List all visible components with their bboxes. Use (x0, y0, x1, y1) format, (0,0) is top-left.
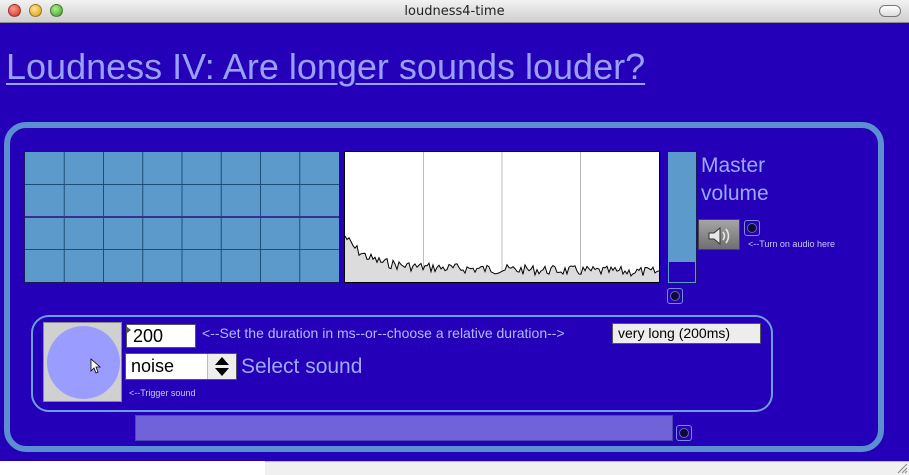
scope-grid-svg (25, 152, 339, 282)
trigger-note: <--Trigger sound (129, 388, 196, 398)
speaker-icon (708, 226, 730, 246)
spectrum-svg (345, 152, 659, 282)
progress-toggle-button[interactable] (676, 425, 692, 441)
master-volume-slider[interactable] (667, 151, 697, 284)
audio-on-button[interactable] (698, 219, 740, 250)
meter-toggle-button[interactable] (667, 288, 683, 304)
waveform-scope (24, 151, 340, 283)
page-heading: Loudness IV: Are longer sounds louder? (6, 46, 646, 87)
sound-select[interactable]: noise (125, 353, 237, 380)
scroll-track-left (0, 461, 265, 475)
master-label-line2: volume (701, 182, 769, 205)
spectrum-display (344, 151, 660, 283)
progress-fill (136, 416, 672, 440)
window-title: loudness4-time (404, 4, 505, 19)
audio-toggle-button[interactable] (744, 220, 760, 236)
sound-select-value: noise (131, 356, 175, 376)
duration-input[interactable]: 200 (126, 324, 196, 348)
master-volume-level (669, 262, 695, 282)
horizontal-scrollbar[interactable] (265, 461, 909, 475)
master-label-line1: Master (701, 154, 766, 177)
select-sound-label: Select sound (241, 355, 363, 378)
window-titlebar: loudness4-time (0, 0, 909, 23)
trigger-sound-button[interactable] (43, 322, 122, 402)
arrow-cursor-icon (90, 358, 102, 374)
toolbar-toggle-button[interactable] (879, 5, 901, 17)
duration-label: <--Set the duration in ms--or--choose a … (202, 325, 565, 341)
audio-note: <--Turn on audio here (748, 239, 835, 249)
playback-progress-bar (135, 415, 673, 441)
trigger-circle (47, 326, 120, 399)
updown-arrows-icon (207, 354, 236, 379)
master-volume-label: Master volume (701, 152, 769, 208)
resize-grip-icon[interactable] (896, 462, 908, 474)
duration-menu[interactable]: very long (200ms) (612, 323, 761, 344)
